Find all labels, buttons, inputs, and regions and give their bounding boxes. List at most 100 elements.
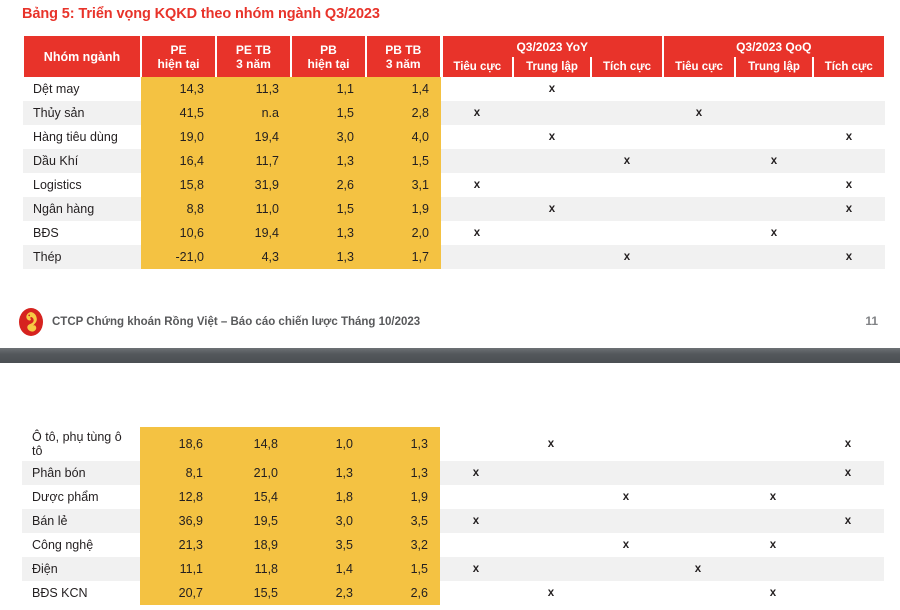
- cell-nhom-nganh: Dược phẩm: [22, 485, 140, 509]
- cell-pb-tb-3nam: 3,1: [366, 173, 441, 197]
- table-row: Ngân hàng 8,8 11,0 1,5 1,9 x x: [23, 197, 886, 221]
- col-header-pbtb-line2: 3 năm: [385, 56, 421, 71]
- cell-pb-tb-3nam: 3,5: [365, 509, 440, 533]
- cell-qoq-positive: x: [813, 245, 886, 269]
- cell-pb-tb-3nam: 2,0: [366, 221, 441, 245]
- header-row-top: Nhóm ngành PE hiện tại PE TB 3 năm PB hi…: [22, 36, 887, 77]
- cell-qoq-positive: [813, 77, 886, 101]
- cell-qoq-negative: [662, 509, 734, 533]
- cell-nhom-nganh: Ngân hàng: [23, 197, 141, 221]
- cell-pe-tb-3nam: 11,8: [215, 557, 290, 581]
- cell-yoy-neutral: [513, 173, 591, 197]
- cell-qoq-positive: x: [813, 197, 886, 221]
- cell-qoq-neutral: x: [734, 581, 812, 605]
- table-row: Ô tô, phụ tùng ô tô 18,6 14,8 1,0 1,3 x x: [22, 427, 884, 461]
- cell-yoy-neutral: x: [512, 581, 590, 605]
- table-row: Logistics 15,8 31,9 2,6 3,1 x x: [23, 173, 886, 197]
- cell-yoy-neutral: [513, 101, 591, 125]
- cell-qoq-neutral: [734, 427, 812, 461]
- col-header-qoq-tieu-cuc: Tiêu cực: [662, 57, 736, 77]
- cell-qoq-negative: [663, 125, 735, 149]
- table-row: Dầu Khí 16,4 11,7 1,3 1,5 x x: [23, 149, 886, 173]
- cell-yoy-neutral: x: [512, 427, 590, 461]
- cell-nhom-nganh: BĐS: [23, 221, 141, 245]
- table-row: BĐS 10,6 19,4 1,3 2,0 x x: [23, 221, 886, 245]
- cell-pe-hien-tai: 8,8: [141, 197, 216, 221]
- table-row: Điện 11,1 11,8 1,4 1,5 x x: [22, 557, 884, 581]
- col-header-pe-line1: PE: [170, 42, 187, 57]
- table-row: Thép -21,0 4,3 1,3 1,7 x x: [23, 245, 886, 269]
- cell-yoy-positive: [590, 581, 662, 605]
- cell-yoy-neutral: [512, 533, 590, 557]
- cell-pb-tb-3nam: 1,3: [365, 427, 440, 461]
- cell-pb-hien-tai: 1,1: [291, 77, 366, 101]
- cell-yoy-neutral: x: [513, 77, 591, 101]
- table-5: Nhóm ngành PE hiện tại PE TB 3 năm PB hi…: [22, 36, 887, 269]
- cell-yoy-negative: [441, 125, 513, 149]
- cell-pb-tb-3nam: 1,4: [366, 77, 441, 101]
- footer: CTCP Chứng khoán Rồng Việt – Báo cáo chi…: [0, 302, 900, 342]
- cell-nhom-nganh: Điện: [22, 557, 140, 581]
- cell-qoq-neutral: [735, 125, 813, 149]
- cell-qoq-neutral: [734, 509, 812, 533]
- table-row: Dược phẩm 12,8 15,4 1,8 1,9 x x: [22, 485, 884, 509]
- cell-qoq-negative: [662, 485, 734, 509]
- cell-pe-tb-3nam: 15,5: [215, 581, 290, 605]
- cell-yoy-negative: x: [441, 173, 513, 197]
- cell-qoq-negative: [663, 149, 735, 173]
- cell-yoy-neutral: [513, 149, 591, 173]
- cell-yoy-positive: [591, 197, 663, 221]
- cell-pb-tb-3nam: 1,5: [365, 557, 440, 581]
- cell-pe-tb-3nam: 18,9: [215, 533, 290, 557]
- cell-pe-tb-3nam: 19,5: [215, 509, 290, 533]
- cell-yoy-negative: x: [441, 221, 513, 245]
- table-body-page2: Ô tô, phụ tùng ô tô 18,6 14,8 1,0 1,3 x x Phân …: [22, 427, 884, 605]
- cell-qoq-positive: x: [812, 461, 884, 485]
- col-header-pe-hien-tai: PE hiện tại: [140, 36, 217, 77]
- cell-pe-hien-tai: 16,4: [141, 149, 216, 173]
- cell-qoq-negative: [663, 173, 735, 197]
- cell-pb-hien-tai: 3,5: [290, 533, 365, 557]
- cell-qoq-neutral: x: [734, 485, 812, 509]
- cell-yoy-negative: x: [440, 461, 512, 485]
- col-header-yoy-tieu-cuc: Tiêu cực: [439, 57, 514, 77]
- cell-yoy-negative: [441, 77, 513, 101]
- table-row: BĐS KCN 20,7 15,5 2,3 2,6 x x: [22, 581, 884, 605]
- cell-pb-hien-tai: 1,5: [291, 197, 366, 221]
- cell-qoq-positive: x: [813, 125, 886, 149]
- cell-pe-tb-3nam: 11,7: [216, 149, 291, 173]
- col-header-pe-tb-3nam: PE TB 3 năm: [215, 36, 292, 77]
- table-row: Công nghệ 21,3 18,9 3,5 3,2 x x: [22, 533, 884, 557]
- cell-yoy-neutral: [513, 245, 591, 269]
- cell-yoy-negative: [441, 149, 513, 173]
- cell-yoy-positive: [591, 221, 663, 245]
- cell-pb-tb-3nam: 2,6: [365, 581, 440, 605]
- cell-qoq-negative: [663, 221, 735, 245]
- cell-pb-hien-tai: 1,0: [290, 427, 365, 461]
- cell-pe-hien-tai: 20,7: [140, 581, 215, 605]
- cell-pb-tb-3nam: 1,7: [366, 245, 441, 269]
- cell-pe-hien-tai: 10,6: [141, 221, 216, 245]
- col-header-qoq-tich-cuc: Tích cực: [811, 57, 887, 77]
- cell-nhom-nganh: Thủy sản: [23, 101, 141, 125]
- cell-pb-tb-3nam: 1,9: [365, 485, 440, 509]
- page-one: Bảng 5: Triển vọng KQKD theo nhóm ngành …: [0, 0, 900, 348]
- cell-yoy-negative: [440, 427, 512, 461]
- cell-yoy-positive: [590, 427, 662, 461]
- cell-qoq-positive: [813, 221, 886, 245]
- cell-qoq-negative: [663, 197, 735, 221]
- cell-pb-hien-tai: 1,3: [290, 461, 365, 485]
- table-row: Dệt may 14,3 11,3 1,1 1,4 x: [23, 77, 886, 101]
- cell-yoy-neutral: [512, 509, 590, 533]
- cell-qoq-positive: [812, 557, 884, 581]
- cell-pb-hien-tai: 1,8: [290, 485, 365, 509]
- table-body-page1: Dệt may 14,3 11,3 1,1 1,4 x Thủy sản 41,5 n.a 1,5…: [23, 77, 886, 269]
- cell-pb-tb-3nam: 3,2: [365, 533, 440, 557]
- col-header-group-yoy: Q3/2023 YoY: [439, 36, 664, 57]
- col-header-pe-line2: hiện tại: [157, 56, 200, 71]
- cell-qoq-neutral: x: [735, 221, 813, 245]
- table-header: Nhóm ngành PE hiện tại PE TB 3 năm PB hi…: [22, 36, 887, 77]
- cell-nhom-nganh: Hàng tiêu dùng: [23, 125, 141, 149]
- table-row: Thủy sản 41,5 n.a 1,5 2,8 x x: [23, 101, 886, 125]
- cell-yoy-negative: [441, 245, 513, 269]
